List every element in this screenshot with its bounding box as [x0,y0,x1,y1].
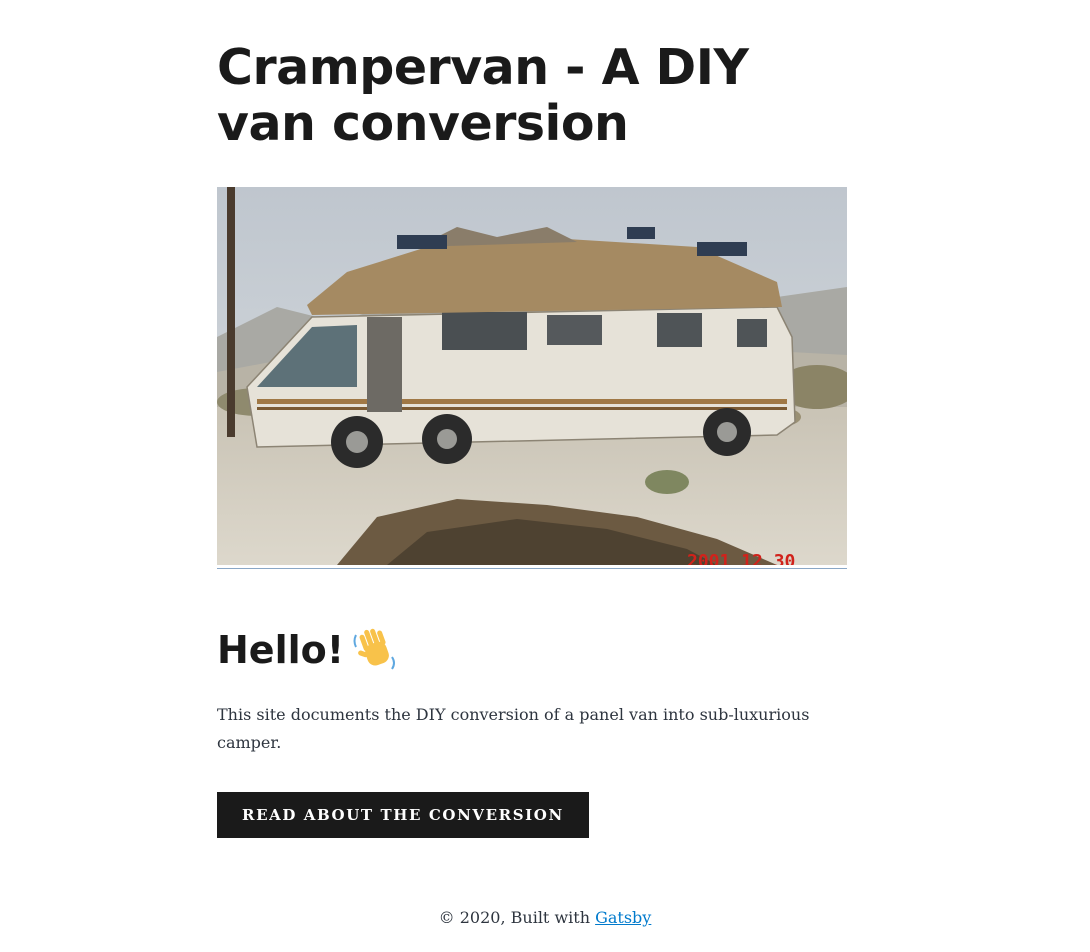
hello-heading: Hello! [217,622,398,678]
hero-image: 2001 12 30 [217,187,847,565]
waving-hand-icon [352,625,398,671]
copyright-text: © 2020, Built with [438,908,590,927]
gatsby-link[interactable]: Gatsby [595,908,651,927]
hello-heading-text: Hello! [217,628,345,672]
footer: © 2020, Built with Gatsby [0,905,1090,931]
hero-divider [217,568,847,569]
intro-text: This site documents the DIY conversion o… [217,705,810,752]
site-title: Crampervan - A DIY van conversion [217,39,749,152]
read-conversion-button[interactable]: READ ABOUT THE CONVERSION [217,792,589,838]
date-stamp: 2001 12 30 [687,551,795,565]
